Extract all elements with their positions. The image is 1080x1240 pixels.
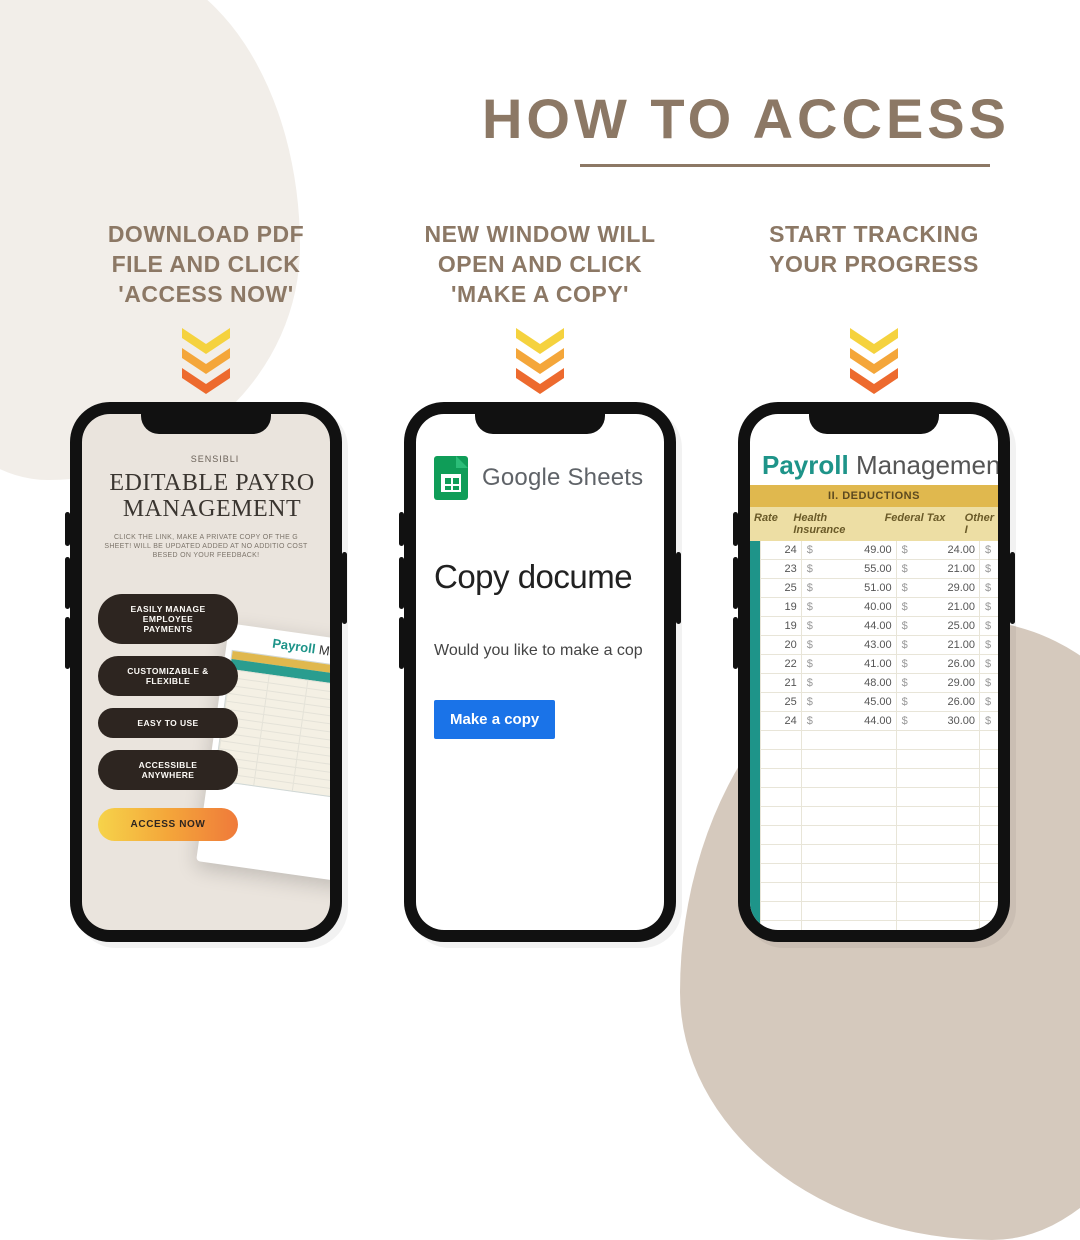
columns: DOWNLOAD PDF FILE AND CLICK 'ACCESS NOW'… — [56, 220, 1024, 942]
app-name: Google Sheets — [482, 464, 643, 492]
col-rate: Rate — [750, 507, 789, 541]
table-row: 1940.0021.00 — [760, 598, 998, 617]
phone-mockup-3: Payroll Management II. DEDUCTIONS Rate H… — [738, 402, 1010, 942]
table-row: 2551.0029.00 — [760, 579, 998, 598]
table-row — [760, 807, 998, 826]
table-row — [760, 921, 998, 930]
chevron-stack-icon — [390, 328, 690, 388]
table-row — [760, 788, 998, 807]
chevron-stack-icon — [56, 328, 356, 388]
table-row: 2043.0021.00 — [760, 636, 998, 655]
table-row: 2355.0021.00 — [760, 560, 998, 579]
table-row: 2444.0030.00 — [760, 712, 998, 731]
phone3-screen: Payroll Management II. DEDUCTIONS Rate H… — [750, 414, 998, 930]
copy-prompt-text: Would you like to make a cop — [434, 642, 664, 660]
feature-pill-list: EASILY MANAGE EMPLOYEE PAYMENTS CUSTOMIZ… — [82, 594, 330, 841]
google-sheets-icon — [434, 456, 468, 500]
step-col-3: START TRACKING YOUR PROGRESS Payroll Man… — [724, 220, 1024, 942]
phone-mockup-2: Google Sheets Copy docume Would you like… — [404, 402, 676, 942]
table-row — [760, 750, 998, 769]
step-caption: DOWNLOAD PDF FILE AND CLICK 'ACCESS NOW' — [56, 220, 356, 320]
table-row — [760, 864, 998, 883]
table-row — [760, 826, 998, 845]
title-underline — [580, 164, 990, 167]
product-subtitle: CLICK THE LINK, MAKE A PRIVATE COPY OF T… — [82, 523, 330, 560]
step-caption: START TRACKING YOUR PROGRESS — [724, 220, 1024, 320]
phone-mockup-1: SENSIBLI EDITABLE PAYRO MANAGEMENT CLICK… — [70, 402, 342, 942]
feature-pill: EASY TO USE — [98, 708, 238, 738]
column-headers: Rate Health Insurance Federal Tax Other … — [750, 507, 998, 541]
col-health-insurance: Health Insurance — [789, 507, 880, 541]
data-rows: 2449.0024.002355.0021.002551.0029.001940… — [760, 541, 998, 930]
table-row — [760, 731, 998, 750]
step-col-2: NEW WINDOW WILL OPEN AND CLICK 'MAKE A C… — [390, 220, 690, 942]
col-other: Other I — [961, 507, 998, 541]
table-row — [760, 845, 998, 864]
section-band: II. DEDUCTIONS — [750, 485, 998, 507]
table-row: 2545.0026.00 — [760, 693, 998, 712]
make-a-copy-button[interactable]: Make a copy — [434, 700, 555, 739]
access-now-button[interactable]: ACCESS NOW — [98, 808, 238, 841]
product-title: EDITABLE PAYRO MANAGEMENT — [82, 470, 330, 523]
table-row: 2241.0026.00 — [760, 655, 998, 674]
feature-pill: EASILY MANAGE EMPLOYEE PAYMENTS — [98, 594, 238, 644]
table-row: 2449.0024.00 — [760, 541, 998, 560]
page-title: HOW TO ACCESS — [0, 86, 1010, 151]
teal-gutter — [750, 541, 760, 930]
phone1-screen: SENSIBLI EDITABLE PAYRO MANAGEMENT CLICK… — [82, 414, 330, 930]
table-row: 2148.0029.00 — [760, 674, 998, 693]
step-col-1: DOWNLOAD PDF FILE AND CLICK 'ACCESS NOW'… — [56, 220, 356, 942]
table-row — [760, 883, 998, 902]
chevron-stack-icon — [724, 328, 1024, 388]
step-caption: NEW WINDOW WILL OPEN AND CLICK 'MAKE A C… — [390, 220, 690, 320]
phone2-screen: Google Sheets Copy docume Would you like… — [416, 414, 664, 930]
feature-pill: ACCESSIBLE ANYWHERE — [98, 750, 238, 790]
copy-document-heading: Copy docume — [434, 558, 664, 596]
table-row — [760, 769, 998, 788]
table-row: 1944.0025.00 — [760, 617, 998, 636]
table-row — [760, 902, 998, 921]
col-federal-tax: Federal Tax — [881, 507, 961, 541]
feature-pill: CUSTOMIZABLE & FLEXIBLE — [98, 656, 238, 696]
